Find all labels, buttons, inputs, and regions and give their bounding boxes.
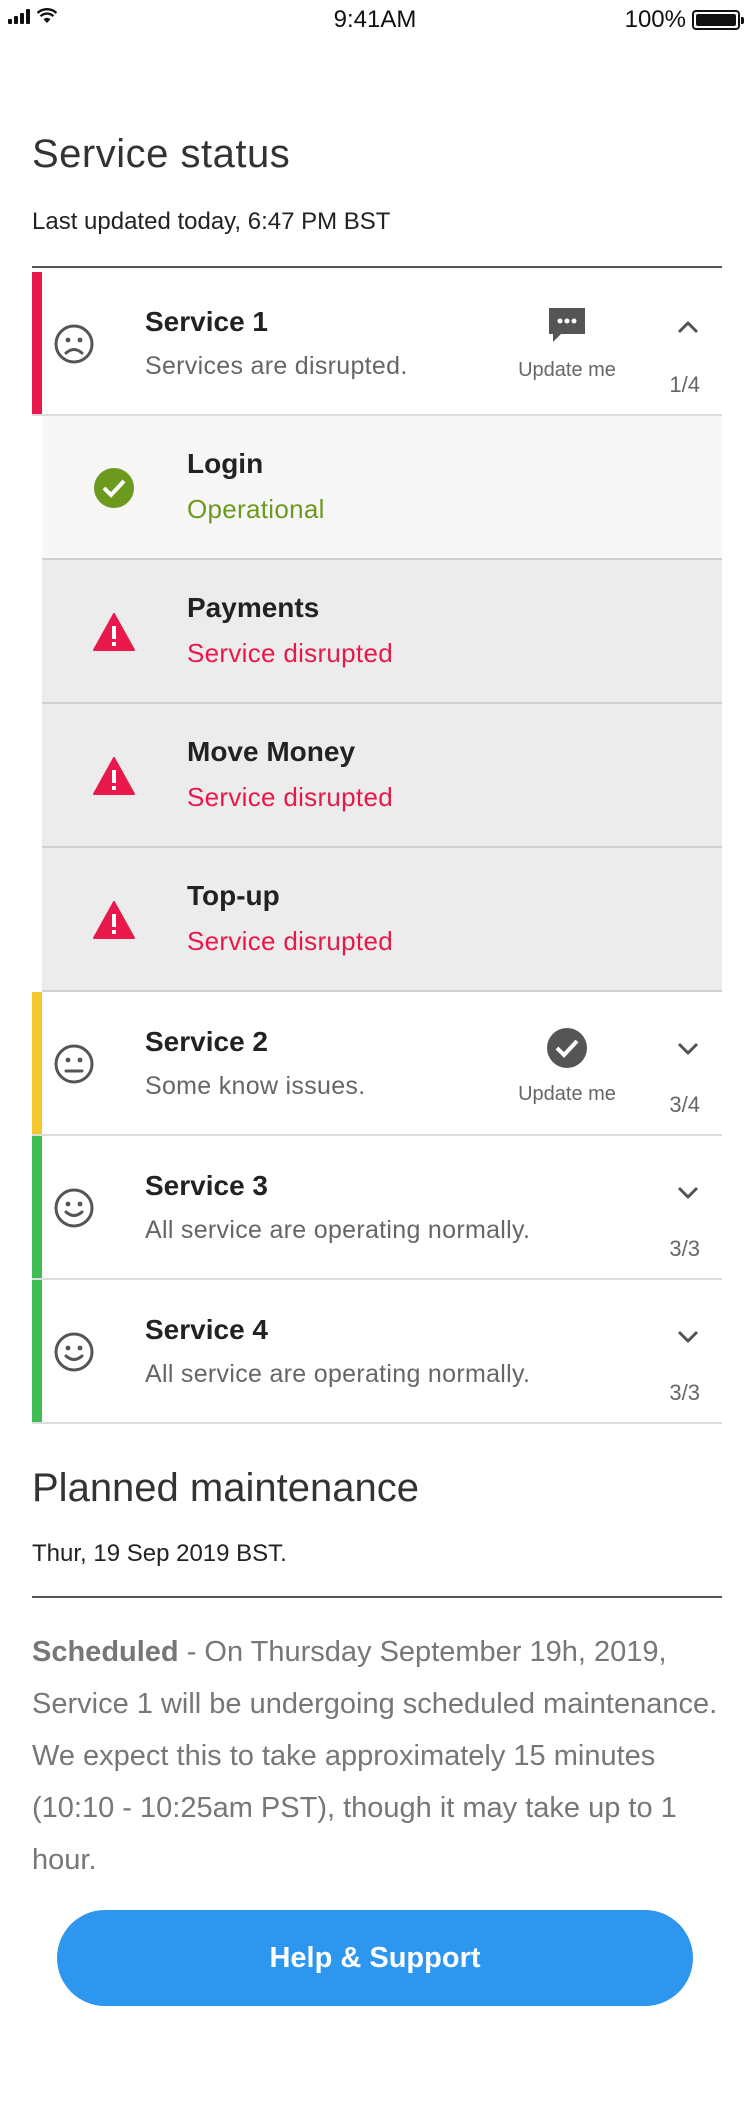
- status-bar-green: [32, 1136, 42, 1278]
- divider: [32, 1596, 722, 1598]
- maintenance-title: Planned maintenance: [32, 1466, 419, 1510]
- update-me-button[interactable]: Update me: [512, 302, 622, 382]
- service-row-1[interactable]: Service 1 Services are disrupted. Update…: [32, 272, 722, 416]
- service-name: Service 2: [145, 1026, 268, 1057]
- sad-face-icon: [54, 324, 94, 364]
- warning-icon: [93, 757, 135, 795]
- divider: [32, 266, 722, 268]
- warning-icon: [93, 901, 135, 939]
- maintenance-description: Scheduled - On Thursday September 19h, 2…: [32, 1626, 722, 1886]
- sub-service-status: Service disrupted: [187, 782, 393, 812]
- maintenance-label: Scheduled: [32, 1636, 179, 1668]
- service-row-4[interactable]: Service 4 All service are operating norm…: [32, 1280, 722, 1424]
- status-bar: 9:41AM 100%: [0, 0, 750, 40]
- sub-service-row: Move Money Service disrupted: [42, 704, 722, 848]
- check-circle-icon: [547, 1028, 587, 1068]
- service-description: Some know issues.: [145, 1072, 366, 1100]
- sub-service-row: Login Operational: [42, 416, 722, 560]
- update-me-label: Update me: [518, 1083, 616, 1105]
- chevron-up-icon[interactable]: [674, 314, 702, 342]
- help-support-button[interactable]: Help & Support: [57, 1910, 693, 2006]
- service-name: Service 1: [145, 306, 268, 337]
- sub-service-status: Service disrupted: [187, 926, 393, 956]
- service-row-3[interactable]: Service 3 All service are operating norm…: [32, 1136, 722, 1280]
- service-count: 3/4: [669, 1092, 700, 1117]
- warning-icon: [93, 613, 135, 651]
- sub-service-status: Operational: [187, 494, 325, 524]
- page-title: Service status: [32, 132, 291, 176]
- sub-service-name: Payments: [187, 592, 320, 623]
- status-bar-red: [32, 272, 42, 414]
- service-name: Service 3: [145, 1170, 268, 1201]
- service-count: 3/3: [669, 1236, 700, 1261]
- happy-face-icon: [54, 1188, 94, 1228]
- maintenance-text: - On Thursday September 19h, 2019, Servi…: [32, 1636, 718, 1876]
- update-me-button[interactable]: Update me: [512, 1026, 622, 1106]
- battery-icon: [692, 10, 744, 30]
- maintenance-date: Thur, 19 Sep 2019 BST.: [32, 1540, 287, 1567]
- check-circle-icon: [94, 468, 134, 508]
- sub-service-name: Login: [187, 448, 264, 479]
- sub-service-row: Top-up Service disrupted: [42, 848, 722, 992]
- service-count: 3/3: [669, 1380, 700, 1405]
- service-row-2[interactable]: Service 2 Some know issues. Update me 3/…: [32, 992, 722, 1136]
- chevron-down-icon[interactable]: [674, 1178, 702, 1206]
- sub-service-name: Move Money: [187, 736, 356, 767]
- happy-face-icon: [54, 1332, 94, 1372]
- sub-service-name: Top-up: [187, 880, 280, 911]
- chevron-down-icon[interactable]: [674, 1034, 702, 1062]
- sub-service-status: Service disrupted: [187, 638, 393, 668]
- message-icon: [549, 308, 585, 342]
- sub-service-row: Payments Service disrupted: [42, 560, 722, 704]
- service-description: All service are operating normally.: [145, 1216, 531, 1244]
- service-name: Service 4: [145, 1314, 268, 1345]
- battery-percent: 100%: [624, 6, 686, 33]
- battery-indicator: 100%: [624, 6, 744, 34]
- chevron-down-icon[interactable]: [674, 1322, 702, 1350]
- service-description: All service are operating normally.: [145, 1360, 531, 1388]
- status-bar-green: [32, 1280, 42, 1422]
- update-me-label: Update me: [518, 359, 616, 381]
- neutral-face-icon: [54, 1044, 94, 1084]
- last-updated: Last updated today, 6:47 PM BST: [32, 208, 391, 235]
- status-bar-yellow: [32, 992, 42, 1134]
- service-count: 1/4: [669, 372, 700, 397]
- service-description: Services are disrupted.: [145, 352, 408, 380]
